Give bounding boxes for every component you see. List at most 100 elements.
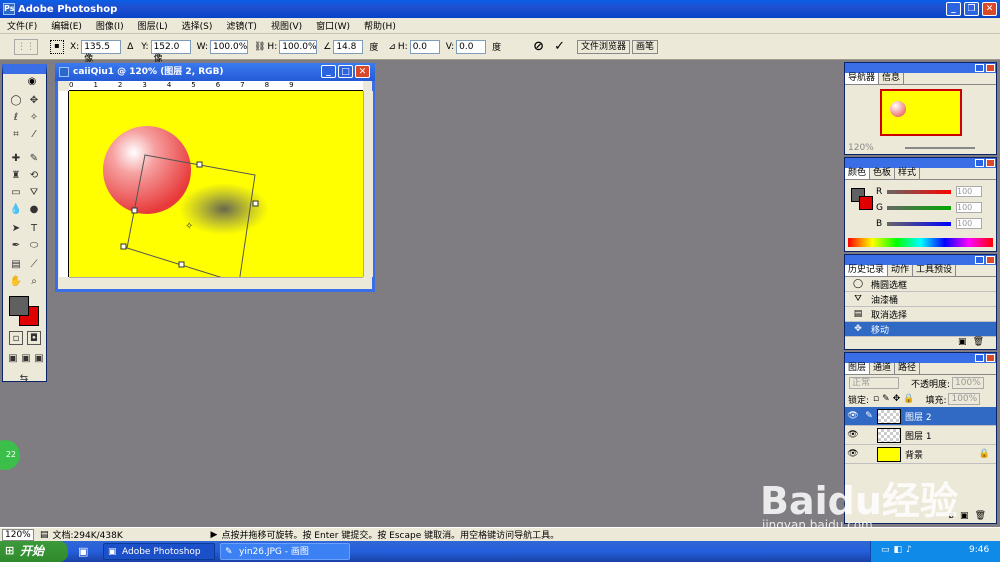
- layer-row[interactable]: 👁 背景 🔒: [845, 445, 996, 464]
- navigator-close-icon[interactable]: [986, 64, 995, 72]
- tab-paths[interactable]: 路径: [895, 363, 921, 374]
- skew-h-input[interactable]: 0.0: [409, 39, 440, 54]
- skew-v-input[interactable]: 0.0: [456, 39, 487, 54]
- layers-minimize-icon[interactable]: [975, 354, 984, 362]
- horizontal-scrollbar[interactable]: [69, 277, 363, 287]
- clock[interactable]: 9:46: [969, 545, 989, 555]
- restore-icon[interactable]: ❐: [964, 2, 979, 16]
- visibility-eye-icon[interactable]: 👁: [845, 449, 861, 459]
- path-select-icon[interactable]: ➤: [9, 222, 23, 236]
- canvas[interactable]: ✧: [69, 91, 363, 277]
- commit-transform-icon[interactable]: ✓: [554, 39, 565, 54]
- notes-tool-icon[interactable]: ▤: [9, 258, 23, 272]
- type-tool-icon[interactable]: T: [27, 222, 41, 236]
- doc-close-icon[interactable]: ✕: [355, 65, 370, 78]
- tab-color[interactable]: 颜色: [845, 168, 871, 179]
- status-zoom[interactable]: 120%: [2, 528, 34, 541]
- status-doc-info[interactable]: 文档:294K/438K: [53, 528, 203, 541]
- history-trash-icon[interactable]: 🗑: [973, 337, 990, 347]
- menu-help[interactable]: 帮助(H): [357, 19, 403, 32]
- screen-mode-2-icon[interactable]: ▣: [19, 352, 33, 366]
- color-minimize-icon[interactable]: [975, 159, 984, 167]
- history-item[interactable]: ◯ 椭圆选框: [845, 277, 996, 292]
- history-minimize-icon[interactable]: [975, 256, 984, 264]
- history-item-selected[interactable]: ✥ 移动: [845, 322, 996, 337]
- navigator-preview[interactable]: [880, 89, 962, 136]
- document-title-bar[interactable]: caiiQiu1 @ 120% (图层 2, RGB) _ □ ✕: [55, 63, 375, 81]
- layer-row[interactable]: 👁 图层 1: [845, 426, 996, 445]
- pen-tool-icon[interactable]: ✒: [9, 239, 23, 253]
- transform-handle[interactable]: [196, 161, 203, 168]
- blur-tool-icon[interactable]: 💧: [9, 203, 23, 217]
- r-slider[interactable]: [887, 190, 951, 194]
- menu-view[interactable]: 视图(V): [264, 19, 309, 32]
- tab-swatches[interactable]: 色板: [870, 168, 896, 179]
- tab-styles[interactable]: 样式: [895, 168, 921, 179]
- tool-preset-icon[interactable]: ⋮⋮: [14, 38, 38, 55]
- new-layer-icon[interactable]: ▣: [960, 511, 975, 521]
- screen-mode-1-icon[interactable]: ▣: [6, 352, 20, 366]
- visibility-eye-icon[interactable]: 👁: [845, 411, 861, 421]
- navigator-zoom[interactable]: 120%: [848, 143, 874, 153]
- tab-navigator[interactable]: 导航器: [845, 73, 880, 84]
- paint-bucket-icon[interactable]: ⛛: [27, 186, 41, 200]
- tray-icons[interactable]: ▭◧♪: [881, 545, 916, 555]
- taskbar-item-paint[interactable]: ✎ yin26.JPG - 画图: [220, 543, 350, 560]
- hand-tool-icon[interactable]: ✋: [9, 275, 23, 289]
- r-input[interactable]: 100: [956, 186, 982, 197]
- zoom-tool-icon[interactable]: ⌕: [27, 275, 41, 289]
- screen-mode-3-icon[interactable]: ▣: [32, 352, 46, 366]
- eyedropper-icon[interactable]: ⟋: [27, 258, 41, 272]
- link-icon[interactable]: ⛓: [254, 42, 265, 52]
- tab-history[interactable]: 历史记录: [845, 265, 889, 276]
- lasso-tool-icon[interactable]: ℓ: [9, 111, 23, 125]
- brush-tool-icon[interactable]: ✎: [27, 152, 41, 166]
- standard-mode-icon[interactable]: ▫: [9, 331, 23, 345]
- navigator-zoom-slider[interactable]: [905, 147, 975, 149]
- start-button[interactable]: ⊞ 开始: [0, 541, 68, 562]
- transform-handle[interactable]: [178, 261, 185, 268]
- layer-row[interactable]: 👁 ✎ 图层 2: [845, 407, 996, 426]
- visibility-eye-icon[interactable]: 👁: [845, 430, 861, 440]
- lock-icons[interactable]: ▫✎✥🔒: [873, 394, 917, 404]
- reference-point-icon[interactable]: ▪: [50, 39, 64, 54]
- doc-maximize-icon[interactable]: □: [338, 65, 353, 78]
- history-item[interactable]: ⛛ 油漆桶: [845, 292, 996, 307]
- transform-handle[interactable]: [131, 207, 138, 214]
- menu-filter[interactable]: 滤镜(T): [219, 19, 264, 32]
- navigator-minimize-icon[interactable]: [975, 64, 984, 72]
- color-spectrum-bar[interactable]: [848, 238, 993, 247]
- cancel-transform-icon[interactable]: ⊘: [533, 39, 544, 54]
- blend-mode-select[interactable]: 正常: [849, 377, 899, 389]
- move-tool-icon[interactable]: ✥: [27, 94, 41, 108]
- marquee-tool-icon[interactable]: ◯: [9, 94, 23, 108]
- color-bg-swatch[interactable]: [859, 196, 873, 210]
- tab-brushes[interactable]: 画笔: [632, 39, 659, 54]
- quick-launch-icon[interactable]: ▣: [78, 545, 88, 558]
- tab-tool-presets[interactable]: 工具预设: [913, 265, 957, 276]
- color-close-icon[interactable]: [986, 159, 995, 167]
- crop-tool-icon[interactable]: ⌗: [9, 128, 23, 142]
- menu-select[interactable]: 选择(S): [175, 19, 220, 32]
- navigator-panel-header[interactable]: [845, 63, 996, 73]
- transform-handle[interactable]: [120, 243, 127, 250]
- play-arrow-icon[interactable]: ▶: [211, 530, 218, 540]
- tab-actions[interactable]: 动作: [888, 265, 914, 276]
- angle-input[interactable]: 14.8: [333, 39, 364, 54]
- new-snapshot-icon[interactable]: ▣: [958, 337, 973, 347]
- history-item[interactable]: ▤ 取消选择: [845, 307, 996, 322]
- tab-file-browser[interactable]: 文件浏览器: [576, 39, 630, 54]
- b-input[interactable]: 100: [956, 218, 982, 229]
- minimize-icon[interactable]: _: [946, 2, 961, 16]
- b-slider[interactable]: [887, 222, 951, 226]
- menu-file[interactable]: 文件(F): [0, 19, 44, 32]
- g-input[interactable]: 100: [956, 202, 982, 213]
- history-close-icon[interactable]: [986, 256, 995, 264]
- foreground-color-swatch[interactable]: [9, 296, 29, 316]
- w-input[interactable]: 100.0%: [209, 39, 248, 54]
- dodge-tool-icon[interactable]: ●: [27, 203, 41, 217]
- opacity-input[interactable]: 100%: [952, 377, 984, 389]
- shape-tool-icon[interactable]: ⬭: [27, 239, 41, 253]
- vertical-scrollbar[interactable]: [363, 91, 373, 277]
- g-slider[interactable]: [887, 206, 951, 210]
